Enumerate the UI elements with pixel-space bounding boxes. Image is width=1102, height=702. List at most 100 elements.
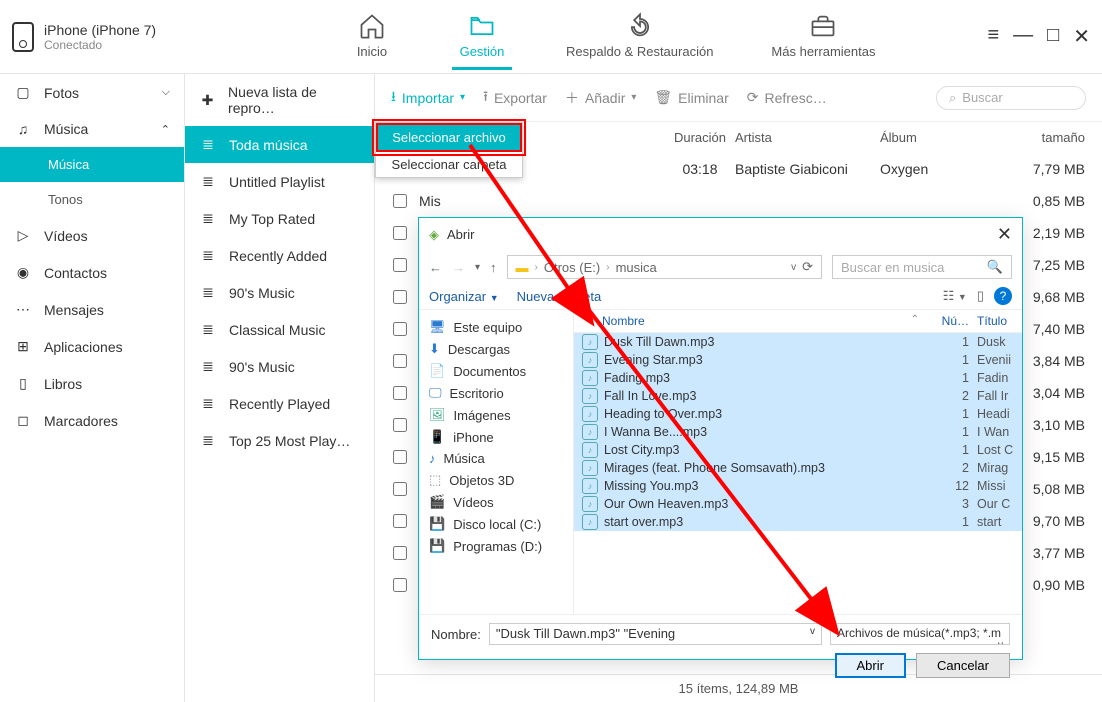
dropdown-select-file[interactable]: Seleccionar archivo (376, 123, 522, 152)
row-checkbox[interactable] (393, 514, 407, 528)
preview-button[interactable]: ▯ (977, 288, 984, 304)
file-row[interactable]: ♪ Fall In Love.mp3 2 Fall Ir (574, 387, 1022, 405)
row-checkbox[interactable] (393, 354, 407, 368)
file-row[interactable]: ♪ start over.mp3 1 start (574, 513, 1022, 531)
tree-documentos[interactable]: 📄Documentos (419, 360, 573, 382)
row-checkbox[interactable] (393, 450, 407, 464)
row-checkbox[interactable] (393, 258, 407, 272)
tree-descargas[interactable]: ⬇Descargas (419, 338, 573, 360)
refresh-button[interactable]: ⟳Refresc… (747, 89, 827, 106)
row-checkbox[interactable] (393, 546, 407, 560)
playlist-90s2[interactable]: ≣90's Music (185, 348, 374, 385)
dialog-close-button[interactable]: ✕ (997, 224, 1012, 245)
sidebar-fotos[interactable]: ▢Fotos⌵ (0, 74, 184, 111)
sidebar-musica[interactable]: ♫Música⌃ (0, 111, 184, 147)
col-duration[interactable]: Duración (665, 130, 735, 145)
file-list[interactable]: Nombre ⌃ Nú… Título ♪ Dusk Till Dawn.mp3… (574, 310, 1022, 614)
sidebar-tonos[interactable]: Tonos (0, 182, 184, 217)
playlist-untitled[interactable]: ≣Untitled Playlist (185, 163, 374, 200)
playlist-recentplay[interactable]: ≣Recently Played (185, 385, 374, 422)
row-checkbox[interactable] (393, 578, 407, 592)
cancel-button[interactable]: Cancelar (916, 653, 1010, 678)
sidebar-apps[interactable]: ⊞Aplicaciones (0, 328, 184, 365)
col-num[interactable]: Nú… (919, 314, 969, 328)
export-button[interactable]: ⭱Exportar (483, 86, 547, 110)
col-titulo[interactable]: Título (969, 314, 1014, 328)
col-album[interactable]: Álbum (880, 130, 1010, 145)
tree-videos[interactable]: 🎬Vídeos (419, 491, 573, 513)
col-artist[interactable]: Artista (735, 130, 880, 145)
search-input[interactable]: ⌕Buscar (936, 86, 1086, 110)
import-button[interactable]: ⭳Importar▾ (391, 86, 465, 110)
refresh-icon[interactable]: ⟳ (802, 259, 813, 275)
organize-button[interactable]: Organizar ▼ (429, 289, 499, 304)
nav-home[interactable]: Inicio (342, 4, 402, 70)
nav-backup[interactable]: Respaldo & Restauración (562, 4, 717, 70)
up-button[interactable]: ↑ (490, 260, 497, 275)
dialog-search[interactable]: Buscar en musica 🔍 (832, 255, 1012, 279)
close-button[interactable]: ✕ (1073, 24, 1090, 49)
filename-input[interactable]: "Dusk Till Dawn.mp3" "Evening v (489, 623, 822, 645)
minimize-button[interactable]: — (1013, 24, 1033, 49)
file-row[interactable]: ♪ Heading to Over.mp3 1 Headi (574, 405, 1022, 423)
row-checkbox[interactable] (393, 418, 407, 432)
row-checkbox[interactable] (393, 386, 407, 400)
row-checkbox[interactable] (393, 290, 407, 304)
playlist-90s[interactable]: ≣90's Music (185, 274, 374, 311)
col-nombre[interactable]: Nombre (582, 314, 911, 328)
playlist-new[interactable]: ✚Nueva lista de repro… (185, 74, 374, 126)
forward-button[interactable]: → (452, 260, 465, 275)
table-row[interactable]: Mis 0,85 MB (375, 185, 1102, 217)
dropdown-select-folder[interactable]: Seleccionar carpeta (376, 152, 522, 177)
path-bar[interactable]: ▬ › Otros (E:) › musica v ⟳ (507, 255, 822, 279)
playlist-all[interactable]: ≣Toda música (185, 126, 374, 163)
file-row[interactable]: ♪ Evening Star.mp3 1 Evenii (574, 351, 1022, 369)
menu-icon[interactable]: ≡ (987, 24, 999, 49)
sidebar-musica-sub[interactable]: Música (0, 147, 184, 182)
file-row[interactable]: ♪ Fading.mp3 1 Fadin (574, 369, 1022, 387)
file-row[interactable]: ♪ I Wanna Be....mp3 1 I Wan (574, 423, 1022, 441)
add-button[interactable]: ＋Añadir▾ (565, 88, 637, 108)
playlist-classical[interactable]: ≣Classical Music (185, 311, 374, 348)
nav-tools[interactable]: Más herramientas (767, 4, 879, 70)
playlist-top[interactable]: ≣My Top Rated (185, 200, 374, 237)
list-icon: ≣ (199, 210, 217, 227)
maximize-button[interactable]: □ (1047, 24, 1059, 49)
filetype-select[interactable]: Archivos de música(*.mp3; *.m v (830, 623, 1010, 645)
folder-tree[interactable]: 🖥Este equipo ⬇Descargas 📄Documentos 🖵Esc… (419, 310, 574, 614)
tree-musica[interactable]: ♪Música (419, 448, 573, 469)
tree-programasD[interactable]: 💾Programas (D:) (419, 535, 573, 557)
delete-button[interactable]: 🗑Eliminar (654, 89, 728, 106)
sidebar-marcadores[interactable]: ◻Marcadores (0, 402, 184, 439)
col-size[interactable]: tamaño (1010, 130, 1085, 145)
sidebar-mensajes[interactable]: ⋯Mensajes (0, 291, 184, 328)
open-button[interactable]: Abrir (835, 653, 906, 678)
help-button[interactable]: ? (994, 287, 1012, 305)
tree-iphone[interactable]: 📱iPhone (419, 426, 573, 448)
sidebar-libros[interactable]: ▯Libros (0, 365, 184, 402)
playlist-top25[interactable]: ≣Top 25 Most Play… (185, 422, 374, 459)
file-row[interactable]: ♪ Lost City.mp3 1 Lost C (574, 441, 1022, 459)
row-checkbox[interactable] (393, 322, 407, 336)
view-button[interactable]: ☷ ▼ (943, 288, 967, 304)
row-checkbox[interactable] (393, 482, 407, 496)
tree-escritorio[interactable]: 🖵Escritorio (419, 382, 573, 404)
row-checkbox[interactable] (393, 194, 407, 208)
row-checkbox[interactable] (393, 226, 407, 240)
file-row[interactable]: ♪ Dusk Till Dawn.mp3 1 Dusk (574, 333, 1022, 351)
newfolder-button[interactable]: Nueva carpeta (517, 289, 602, 304)
sidebar-contactos[interactable]: ◉Contactos (0, 254, 184, 291)
tree-discoC[interactable]: 💾Disco local (C:) (419, 513, 573, 535)
tree-equipo[interactable]: 🖥Este equipo (419, 316, 573, 338)
sidebar-videos[interactable]: ▷Vídeos (0, 217, 184, 254)
file-row[interactable]: ♪ Our Own Heaven.mp3 3 Our C (574, 495, 1022, 513)
file-row[interactable]: ♪ Mirages (feat. Phoene Somsavath).mp3 2… (574, 459, 1022, 477)
tree-imagenes[interactable]: 🖼Imágenes (419, 404, 573, 426)
history-button[interactable]: ▾ (475, 262, 480, 273)
back-button[interactable]: ← (429, 260, 442, 275)
download-icon: ⬇ (429, 341, 440, 357)
playlist-recentadd[interactable]: ≣Recently Added (185, 237, 374, 274)
nav-manage[interactable]: Gestión (452, 4, 512, 70)
tree-objetos[interactable]: ⬚Objetos 3D (419, 469, 573, 491)
file-row[interactable]: ♪ Missing You.mp3 12 Missi (574, 477, 1022, 495)
